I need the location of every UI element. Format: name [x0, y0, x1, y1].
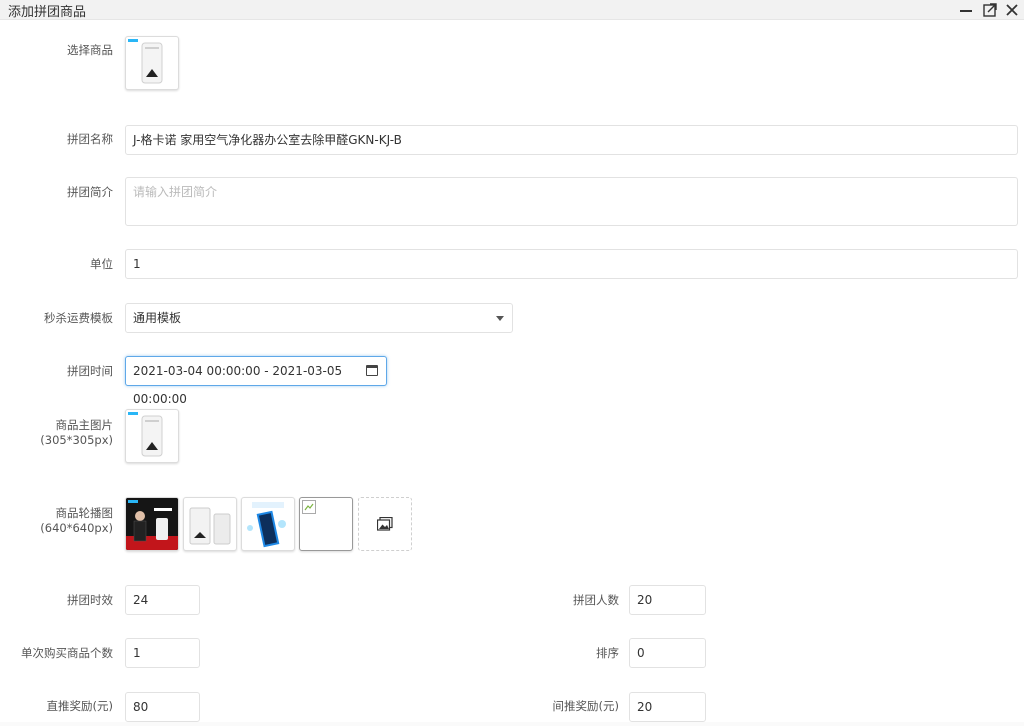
carousel-label-line1: 商品轮播图: [55, 506, 114, 520]
product-photo-image: [189, 507, 231, 545]
group-name-input[interactable]: J-格卡诺 家用空气净化器办公室去除甲醛GKN-KJ-B: [125, 125, 1018, 155]
unit-input[interactable]: 1: [125, 249, 1018, 279]
group-size-label: 拼团人数: [573, 593, 619, 607]
carousel-image-2[interactable]: [183, 497, 237, 551]
dialog-titlebar: 添加拼团商品: [0, 0, 1024, 20]
group-intro-textarea[interactable]: [125, 177, 1018, 226]
sort-label: 排序: [596, 646, 619, 660]
carousel-label: 商品轮播图 (640*640px): [0, 506, 113, 536]
close-icon[interactable]: [1004, 2, 1020, 18]
shipping-template-select[interactable]: 通用模板: [125, 303, 513, 333]
main-image-label-line2: (305*305px): [40, 433, 113, 447]
sort-input[interactable]: 0: [629, 638, 706, 668]
carousel-image-1[interactable]: [125, 497, 179, 551]
carousel-image-4[interactable]: [299, 497, 353, 551]
product-tag: [128, 412, 138, 415]
main-image-thumbnail[interactable]: [125, 409, 179, 463]
group-time-value: 2021-03-04 00:00:00 - 2021-03-05 00:00:0…: [133, 364, 343, 406]
direct-reward-label: 直推奖励(元): [46, 699, 113, 713]
product-tag: [128, 39, 138, 42]
scroll-edge: [0, 722, 1024, 726]
dialog-title: 添加拼团商品: [8, 5, 87, 20]
selected-product-thumbnail[interactable]: [125, 36, 179, 90]
chevron-down-icon: [496, 316, 504, 321]
main-image-label-line1: 商品主图片: [55, 418, 114, 432]
duration-label: 拼团时效: [67, 593, 113, 607]
minimize-icon[interactable]: [958, 2, 974, 18]
add-carousel-image-button[interactable]: [358, 497, 412, 551]
per-purchase-input[interactable]: 1: [125, 638, 200, 668]
broken-image-icon: [302, 500, 316, 514]
main-image-label: 商品主图片 (305*305px): [0, 418, 113, 448]
direct-reward-input[interactable]: 80: [125, 692, 200, 722]
duration-input[interactable]: 24: [125, 585, 200, 615]
carousel-image-3[interactable]: [241, 497, 295, 551]
shipping-template-label: 秒杀运费模板: [44, 311, 113, 325]
select-product-label: 选择商品: [67, 43, 113, 57]
unit-label: 单位: [90, 257, 113, 271]
per-purchase-label: 单次购买商品个数: [21, 646, 113, 660]
group-time-label: 拼团时间: [67, 364, 113, 378]
air-purifier-image: [141, 42, 163, 84]
indirect-reward-label: 间推奖励(元): [552, 699, 619, 713]
promo-banner-image: [126, 498, 178, 550]
calendar-icon[interactable]: [366, 365, 378, 376]
group-name-label: 拼团名称: [67, 132, 113, 146]
indirect-reward-input[interactable]: 20: [629, 692, 706, 722]
product-tag: [128, 500, 138, 503]
shipping-template-value: 通用模板: [133, 311, 182, 325]
group-intro-label: 拼团简介: [67, 185, 113, 199]
group-time-range-input[interactable]: 2021-03-04 00:00:00 - 2021-03-05 00:00:0…: [125, 356, 387, 406]
image-upload-icon: [377, 517, 393, 531]
maximize-icon[interactable]: [982, 2, 998, 18]
group-size-input[interactable]: 20: [629, 585, 706, 615]
filter-illustration-image: [247, 502, 286, 548]
carousel-label-line2: (640*640px): [40, 521, 113, 535]
air-purifier-image: [141, 415, 163, 457]
